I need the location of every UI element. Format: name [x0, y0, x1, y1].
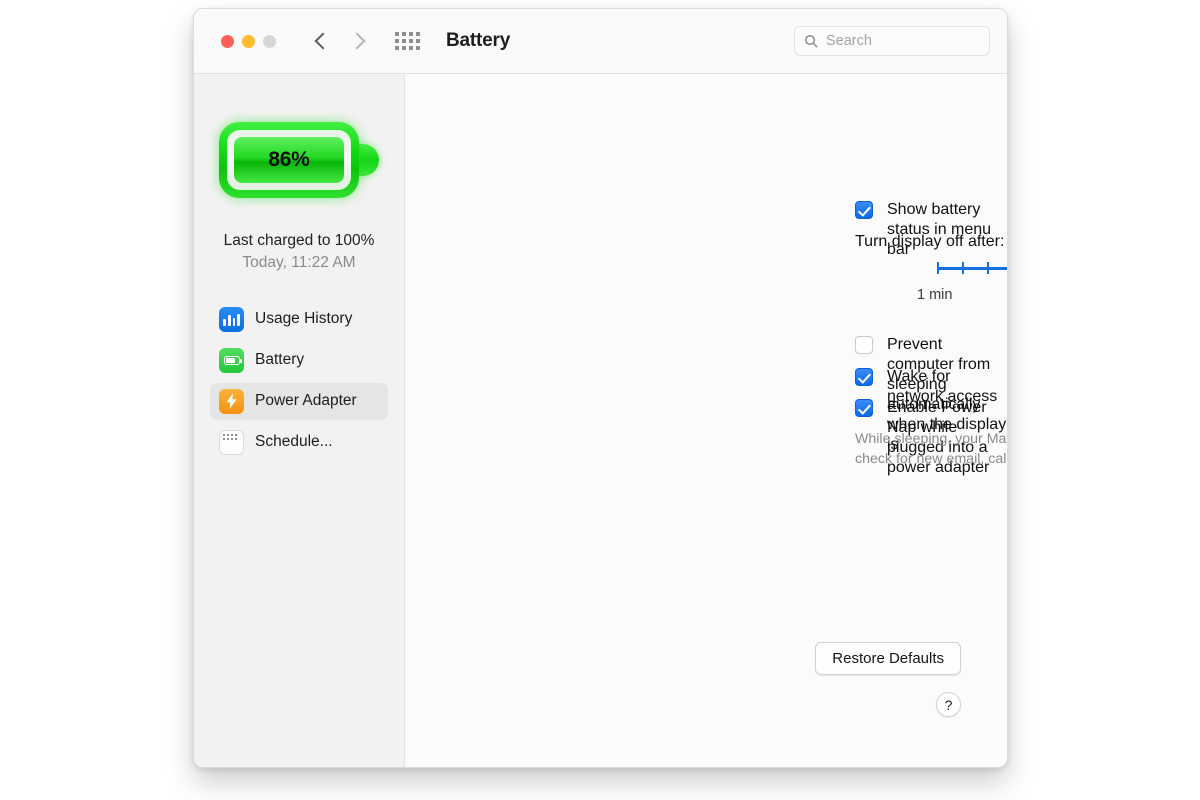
sidebar-list: Usage History Battery Power Adapter Sche… — [194, 301, 404, 465]
restore-defaults-button[interactable]: Restore Defaults — [815, 642, 961, 675]
minimize-button[interactable] — [242, 34, 255, 48]
slider-label-1min: 1 min — [917, 287, 953, 303]
battery-fill: 86% — [234, 137, 344, 183]
sidebar-item-schedule[interactable]: Schedule... — [210, 424, 388, 461]
help-button[interactable]: ? — [936, 692, 961, 717]
slider-tick-labels: 1 min 15 min 1 hr 3 hrs — [917, 287, 1007, 307]
sidebar-item-power-adapter[interactable]: Power Adapter — [210, 382, 388, 420]
show-battery-status-row[interactable]: Show battery status in menu bar — [855, 200, 1007, 260]
battery-graphic: 86% — [219, 122, 379, 198]
grid-apps-icon[interactable] — [395, 32, 420, 50]
sidebar-item-label: Schedule... — [255, 433, 333, 451]
turn-display-off-label: Turn display off after: — [855, 233, 1005, 250]
traffic-light-buttons — [221, 34, 276, 48]
back-chevron-icon[interactable] — [313, 33, 329, 49]
main-content: Show battery status in menu bar Turn dis… — [405, 74, 1007, 767]
slider-tick — [937, 262, 939, 274]
battery-icon — [219, 347, 244, 373]
wake-network-checkbox[interactable] — [855, 368, 873, 386]
battery-inner: 86% — [227, 130, 351, 190]
window-titlebar: Battery — [194, 9, 1007, 74]
bolt-icon — [226, 393, 237, 410]
show-battery-status-checkbox[interactable] — [855, 201, 873, 219]
usage-history-icon — [219, 306, 244, 332]
slider-tick — [987, 262, 989, 274]
sidebar-item-usage-history[interactable]: Usage History — [210, 301, 388, 338]
last-charged-label: Last charged to 100% — [223, 232, 375, 249]
prevent-sleep-checkbox[interactable] — [855, 336, 873, 354]
last-charged-time: Today, 11:22 AM — [242, 254, 356, 272]
power-adapter-icon — [219, 388, 244, 414]
system-preferences-window: Battery 86% — [193, 8, 1008, 768]
window-body: 86% Last charged to 100% Today, 11:22 AM — [194, 74, 1007, 767]
search-icon — [804, 34, 818, 48]
power-nap-help-text: While sleeping, your Mac can back up usi… — [855, 431, 1007, 468]
battery-shell: 86% — [219, 122, 359, 198]
screenshot-root: Battery 86% — [0, 0, 1200, 800]
sidebar-item-label: Power Adapter — [255, 392, 357, 410]
slider-tick — [962, 262, 964, 274]
display-sleep-slider[interactable] — [937, 261, 1007, 275]
sidebar-item-battery[interactable]: Battery — [210, 342, 388, 379]
last-charged-block: Last charged to 100% Today, 11:22 AM — [224, 230, 375, 275]
sidebar-item-label: Battery — [255, 351, 305, 369]
slider-ticks — [937, 261, 1007, 275]
sidebar: 86% Last charged to 100% Today, 11:22 AM — [194, 74, 405, 767]
navigation-buttons — [313, 33, 365, 49]
zoom-button[interactable] — [263, 34, 276, 48]
battery-percent-label: 86% — [268, 148, 310, 171]
schedule-calendar-icon — [219, 429, 244, 455]
show-battery-status-label: Show battery status in menu bar — [887, 201, 992, 258]
close-button[interactable] — [221, 34, 234, 48]
power-nap-checkbox[interactable] — [855, 399, 873, 417]
search-field[interactable] — [794, 26, 990, 56]
sidebar-item-label: Usage History — [255, 310, 353, 328]
search-input[interactable] — [826, 33, 980, 49]
forward-chevron-icon[interactable] — [349, 33, 365, 49]
page-title: Battery — [446, 30, 511, 51]
